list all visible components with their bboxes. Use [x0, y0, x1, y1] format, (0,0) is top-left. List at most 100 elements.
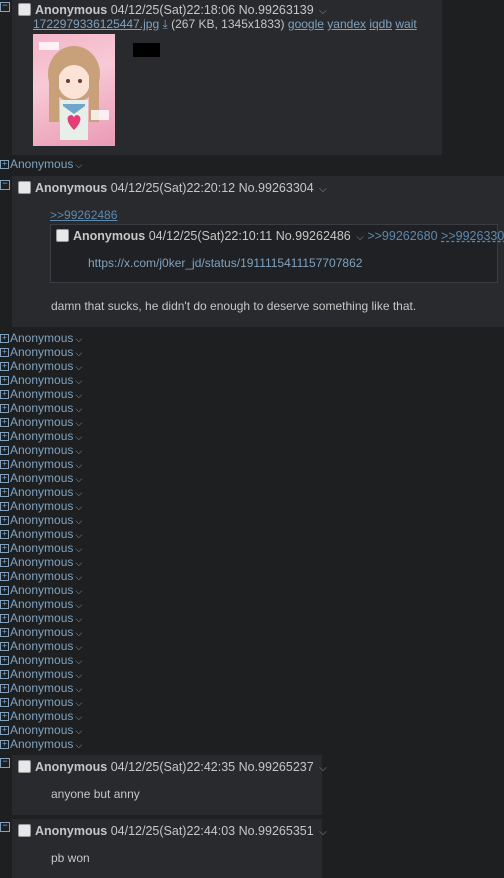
chevron-down-icon[interactable]: ⌵ — [75, 334, 82, 344]
chevron-down-icon[interactable]: ⌵ — [75, 628, 82, 638]
expand-icon[interactable]: + — [0, 614, 9, 624]
expand-icon[interactable]: + — [0, 516, 9, 526]
chevron-down-icon[interactable]: ⌵ — [75, 432, 82, 442]
expand-icon[interactable]: + — [0, 698, 9, 708]
hidden-post-row[interactable]: + Anonymous ⌵ — [0, 639, 82, 653]
inline-post-number[interactable]: No.99262486 — [276, 229, 351, 243]
chevron-down-icon[interactable]: ⌵ — [75, 460, 82, 470]
expand-icon[interactable]: + — [0, 460, 9, 470]
expand-icon[interactable]: + — [0, 586, 9, 596]
expand-icon[interactable]: + — [0, 572, 9, 582]
expand-icon[interactable]: + — [0, 362, 9, 372]
hidden-post-row[interactable]: + Anonymous ⌵ — [0, 597, 82, 611]
expand-icon[interactable]: + — [0, 642, 9, 652]
expand-icon[interactable]: + — [0, 726, 9, 736]
chevron-down-icon[interactable]: ⌵ — [75, 160, 82, 170]
hidden-post-row[interactable]: + Anonymous ⌵ — [0, 485, 82, 499]
hidden-post-row[interactable]: + Anonymous ⌵ — [0, 157, 82, 171]
hidden-post-row[interactable]: + Anonymous ⌵ — [0, 625, 82, 639]
chevron-down-icon[interactable]: ⌵ — [319, 184, 327, 195]
chevron-down-icon[interactable]: ⌵ — [75, 684, 82, 694]
collapse-toggle-icon[interactable]: − — [0, 822, 10, 832]
quote-link[interactable]: >>99262486 — [50, 208, 117, 222]
hidden-post-row[interactable]: + Anonymous ⌵ — [0, 611, 82, 625]
hidden-post-row[interactable]: + Anonymous ⌵ — [0, 513, 82, 527]
chevron-down-icon[interactable]: ⌵ — [75, 390, 82, 400]
wait-link[interactable]: wait — [395, 17, 416, 31]
post-checkbox[interactable] — [18, 824, 31, 837]
expand-icon[interactable]: + — [0, 530, 9, 540]
inline-post-checkbox[interactable] — [56, 229, 69, 242]
expand-icon[interactable]: + — [0, 656, 9, 666]
collapse-toggle-icon[interactable]: − — [0, 758, 10, 768]
expand-icon[interactable]: + — [0, 334, 9, 344]
backlink-99262680[interactable]: >>99262680 — [367, 229, 437, 243]
hidden-post-row[interactable]: + Anonymous ⌵ — [0, 527, 82, 541]
expand-icon[interactable]: + — [0, 740, 9, 750]
post-number[interactable]: No.99265351 — [239, 824, 314, 838]
chevron-down-icon[interactable]: ⌵ — [75, 670, 82, 680]
collapse-toggle-icon[interactable]: − — [0, 2, 10, 12]
hidden-post-row[interactable]: + Anonymous ⌵ — [0, 359, 82, 373]
expand-icon[interactable]: + — [0, 446, 9, 456]
chevron-down-icon[interactable]: ⌵ — [75, 362, 82, 372]
inline-post-link[interactable]: https://x.com/j0ker_jd/status/1911115411… — [88, 256, 362, 270]
hidden-post-row[interactable]: + Anonymous ⌵ — [0, 415, 82, 429]
chevron-down-icon[interactable]: ⌵ — [75, 418, 82, 428]
chevron-down-icon[interactable]: ⌵ — [319, 763, 327, 774]
hidden-post-row[interactable]: + Anonymous ⌵ — [0, 555, 82, 569]
chevron-down-icon[interactable]: ⌵ — [75, 348, 82, 358]
chevron-down-icon[interactable]: ⌵ — [75, 474, 82, 484]
expand-icon[interactable]: + — [0, 488, 9, 498]
chevron-down-icon[interactable]: ⌵ — [319, 6, 327, 17]
hidden-post-row[interactable]: + Anonymous ⌵ — [0, 583, 82, 597]
hidden-post-row[interactable]: + Anonymous ⌵ — [0, 667, 82, 681]
hidden-post-row[interactable]: + Anonymous ⌵ — [0, 429, 82, 443]
chevron-down-icon[interactable]: ⌵ — [75, 404, 82, 414]
iqdb-link[interactable]: iqdb — [369, 17, 392, 31]
chevron-down-icon[interactable]: ⌵ — [75, 572, 82, 582]
expand-icon[interactable]: + — [0, 684, 9, 694]
yandex-link[interactable]: yandex — [327, 17, 366, 31]
file-name-link[interactable]: 1722979336125447.jpg — [33, 17, 159, 31]
hidden-post-row[interactable]: + Anonymous ⌵ — [0, 471, 82, 485]
hidden-post-row[interactable]: + Anonymous ⌵ — [0, 541, 82, 555]
chevron-down-icon[interactable]: ⌵ — [75, 558, 82, 568]
chevron-down-icon[interactable]: ⌵ — [75, 502, 82, 512]
expand-icon[interactable]: + — [0, 628, 9, 638]
chevron-down-icon[interactable]: ⌵ — [75, 642, 82, 652]
hidden-post-row[interactable]: + Anonymous ⌵ — [0, 387, 82, 401]
hidden-post-row[interactable]: + Anonymous ⌵ — [0, 737, 82, 751]
hidden-post-row[interactable]: + Anonymous ⌵ — [0, 345, 82, 359]
expand-icon[interactable]: + — [0, 502, 9, 512]
chevron-down-icon[interactable]: ⌵ — [75, 600, 82, 610]
chevron-down-icon[interactable]: ⌵ — [75, 656, 82, 666]
image-thumbnail[interactable] — [33, 34, 115, 146]
expand-icon[interactable]: + — [0, 558, 9, 568]
chevron-down-icon[interactable]: ⌵ — [75, 488, 82, 498]
hidden-post-row[interactable]: + Anonymous ⌵ — [0, 709, 82, 723]
hidden-post-row[interactable]: + Anonymous ⌵ — [0, 331, 82, 345]
download-icon[interactable]: ⤓ — [162, 17, 167, 31]
hidden-post-row[interactable]: + Anonymous ⌵ — [0, 373, 82, 387]
post-number[interactable]: No.99265237 — [239, 760, 314, 774]
chevron-down-icon[interactable]: ⌵ — [75, 726, 82, 736]
hidden-post-row[interactable]: + Anonymous ⌵ — [0, 695, 82, 709]
hidden-post-row[interactable]: + Anonymous ⌵ — [0, 443, 82, 457]
chevron-down-icon[interactable]: ⌵ — [75, 586, 82, 596]
expand-icon[interactable]: + — [0, 600, 9, 610]
expand-icon[interactable]: + — [0, 544, 9, 554]
post-number[interactable]: No.99263139 — [239, 3, 314, 17]
chevron-down-icon[interactable]: ⌵ — [75, 740, 82, 750]
expand-icon[interactable]: + — [0, 404, 9, 414]
expand-icon[interactable]: + — [0, 348, 9, 358]
post-checkbox[interactable] — [18, 3, 31, 16]
chevron-down-icon[interactable]: ⌵ — [75, 544, 82, 554]
post-number[interactable]: No.99263304 — [239, 181, 314, 195]
chevron-down-icon[interactable]: ⌵ — [75, 614, 82, 624]
expand-icon[interactable]: + — [0, 390, 9, 400]
expand-icon[interactable]: + — [0, 712, 9, 722]
chevron-down-icon[interactable]: ⌵ — [75, 712, 82, 722]
expand-icon[interactable]: + — [0, 670, 9, 680]
hidden-post-row[interactable]: + Anonymous ⌵ — [0, 569, 82, 583]
